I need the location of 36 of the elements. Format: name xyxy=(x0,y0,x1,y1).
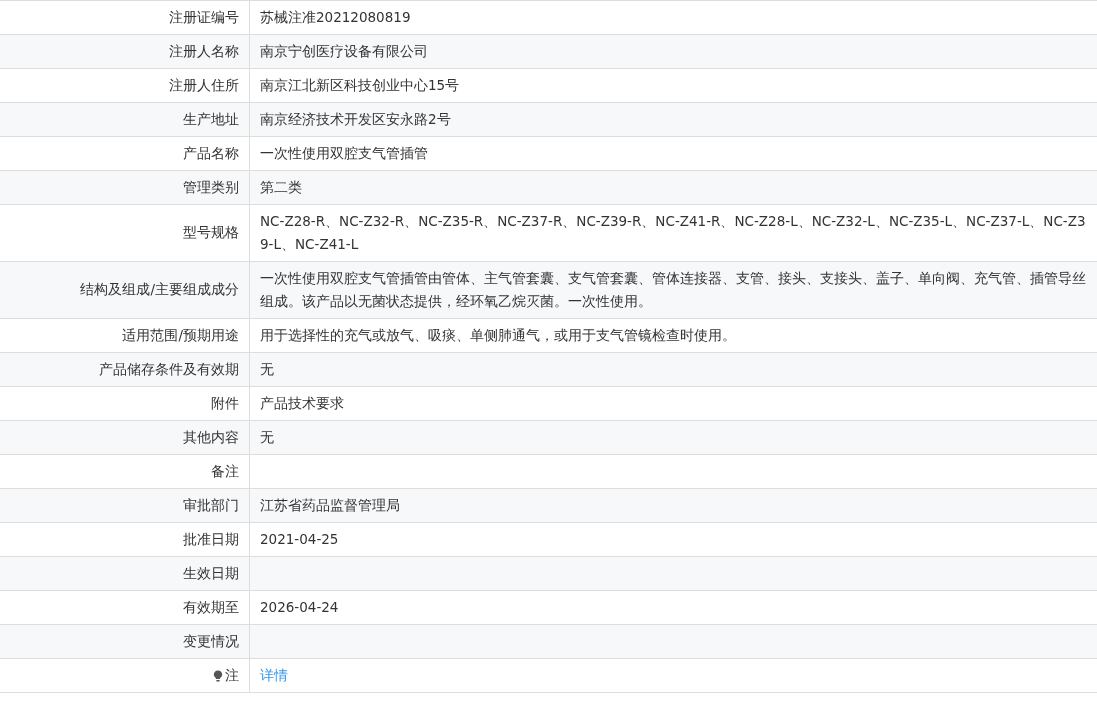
label-cell: 附件 xyxy=(0,387,250,420)
value-cell-text: 一次性使用双腔支气管插管 xyxy=(259,144,429,163)
label-cell: 备注 xyxy=(0,455,250,488)
label-cell: 型号规格 xyxy=(0,205,250,261)
value-cell-text: 南京经济技术开发区安永路2号 xyxy=(259,110,452,129)
label-cell: 其他内容 xyxy=(0,421,250,454)
value-cell-text: 江苏省药品监督管理局 xyxy=(259,496,401,515)
value-cell-text: 苏械注准20212080819 xyxy=(259,8,412,27)
label-cell: 生产地址 xyxy=(0,103,250,136)
label-cell: 有效期至 xyxy=(0,591,250,624)
value-cell-text: 南京江北新区科技创业中心15号 xyxy=(259,76,461,95)
label-cell: 变更情况 xyxy=(0,625,250,658)
label-cell: 注册人名称 xyxy=(0,35,250,68)
value-cell-text: 无 xyxy=(259,428,275,447)
lightbulb-icon xyxy=(213,669,223,682)
value-cell-text: 一次性使用双腔支气管插管由管体、主气管套囊、支气管套囊、管体连接器、支管、接头、支接头、盖子、单向阀、充气管、插管导丝组成。该产品以无菌状态提供，经环氧乙烷灭菌。一次性使用。 xyxy=(259,269,1087,311)
value-cell-text: 第二类 xyxy=(259,178,303,197)
label-cell: 适用范围/预期用途 xyxy=(0,319,250,352)
label-cell: 产品储存条件及有效期 xyxy=(0,353,250,386)
note-label: 注 xyxy=(225,666,239,685)
label-cell: 审批部门 xyxy=(0,489,250,522)
value-cell-text: 2021-04-25 xyxy=(259,530,340,549)
label-cell: 批准日期 xyxy=(0,523,250,556)
value-cell-text: 产品技术要求 xyxy=(259,394,345,413)
details-link[interactable]: 详情 xyxy=(260,664,288,687)
label-cell: 注册证编号 xyxy=(0,1,250,34)
value-cell-text: 用于选择性的充气或放气、吸痰、单侧肺通气，或用于支气管镜检查时使用。 xyxy=(259,326,737,345)
value-cell-text: 南京宁创医疗设备有限公司 xyxy=(259,42,429,61)
value-cell-text: NC-Z28-R、NC-Z32-R、NC-Z35-R、NC-Z37-R、NC-Z39-R、NC-Z41-R、NC-Z28-L、NC-Z32-L、NC-Z35-L、NC-Z37-L、NC-Z39-L、NC-Z41-L xyxy=(259,212,1087,254)
label-cell: 结构及组成/主要组成成分 xyxy=(0,262,250,318)
label-cell: 产品名称 xyxy=(0,137,250,170)
value-cell-text: 无 xyxy=(259,360,275,379)
label-cell: 生效日期 xyxy=(0,557,250,590)
label-cell: 管理类别 xyxy=(0,171,250,204)
label-cell: 注册人住所 xyxy=(0,69,250,102)
value-cell-text: 2026-04-24 xyxy=(259,598,340,617)
